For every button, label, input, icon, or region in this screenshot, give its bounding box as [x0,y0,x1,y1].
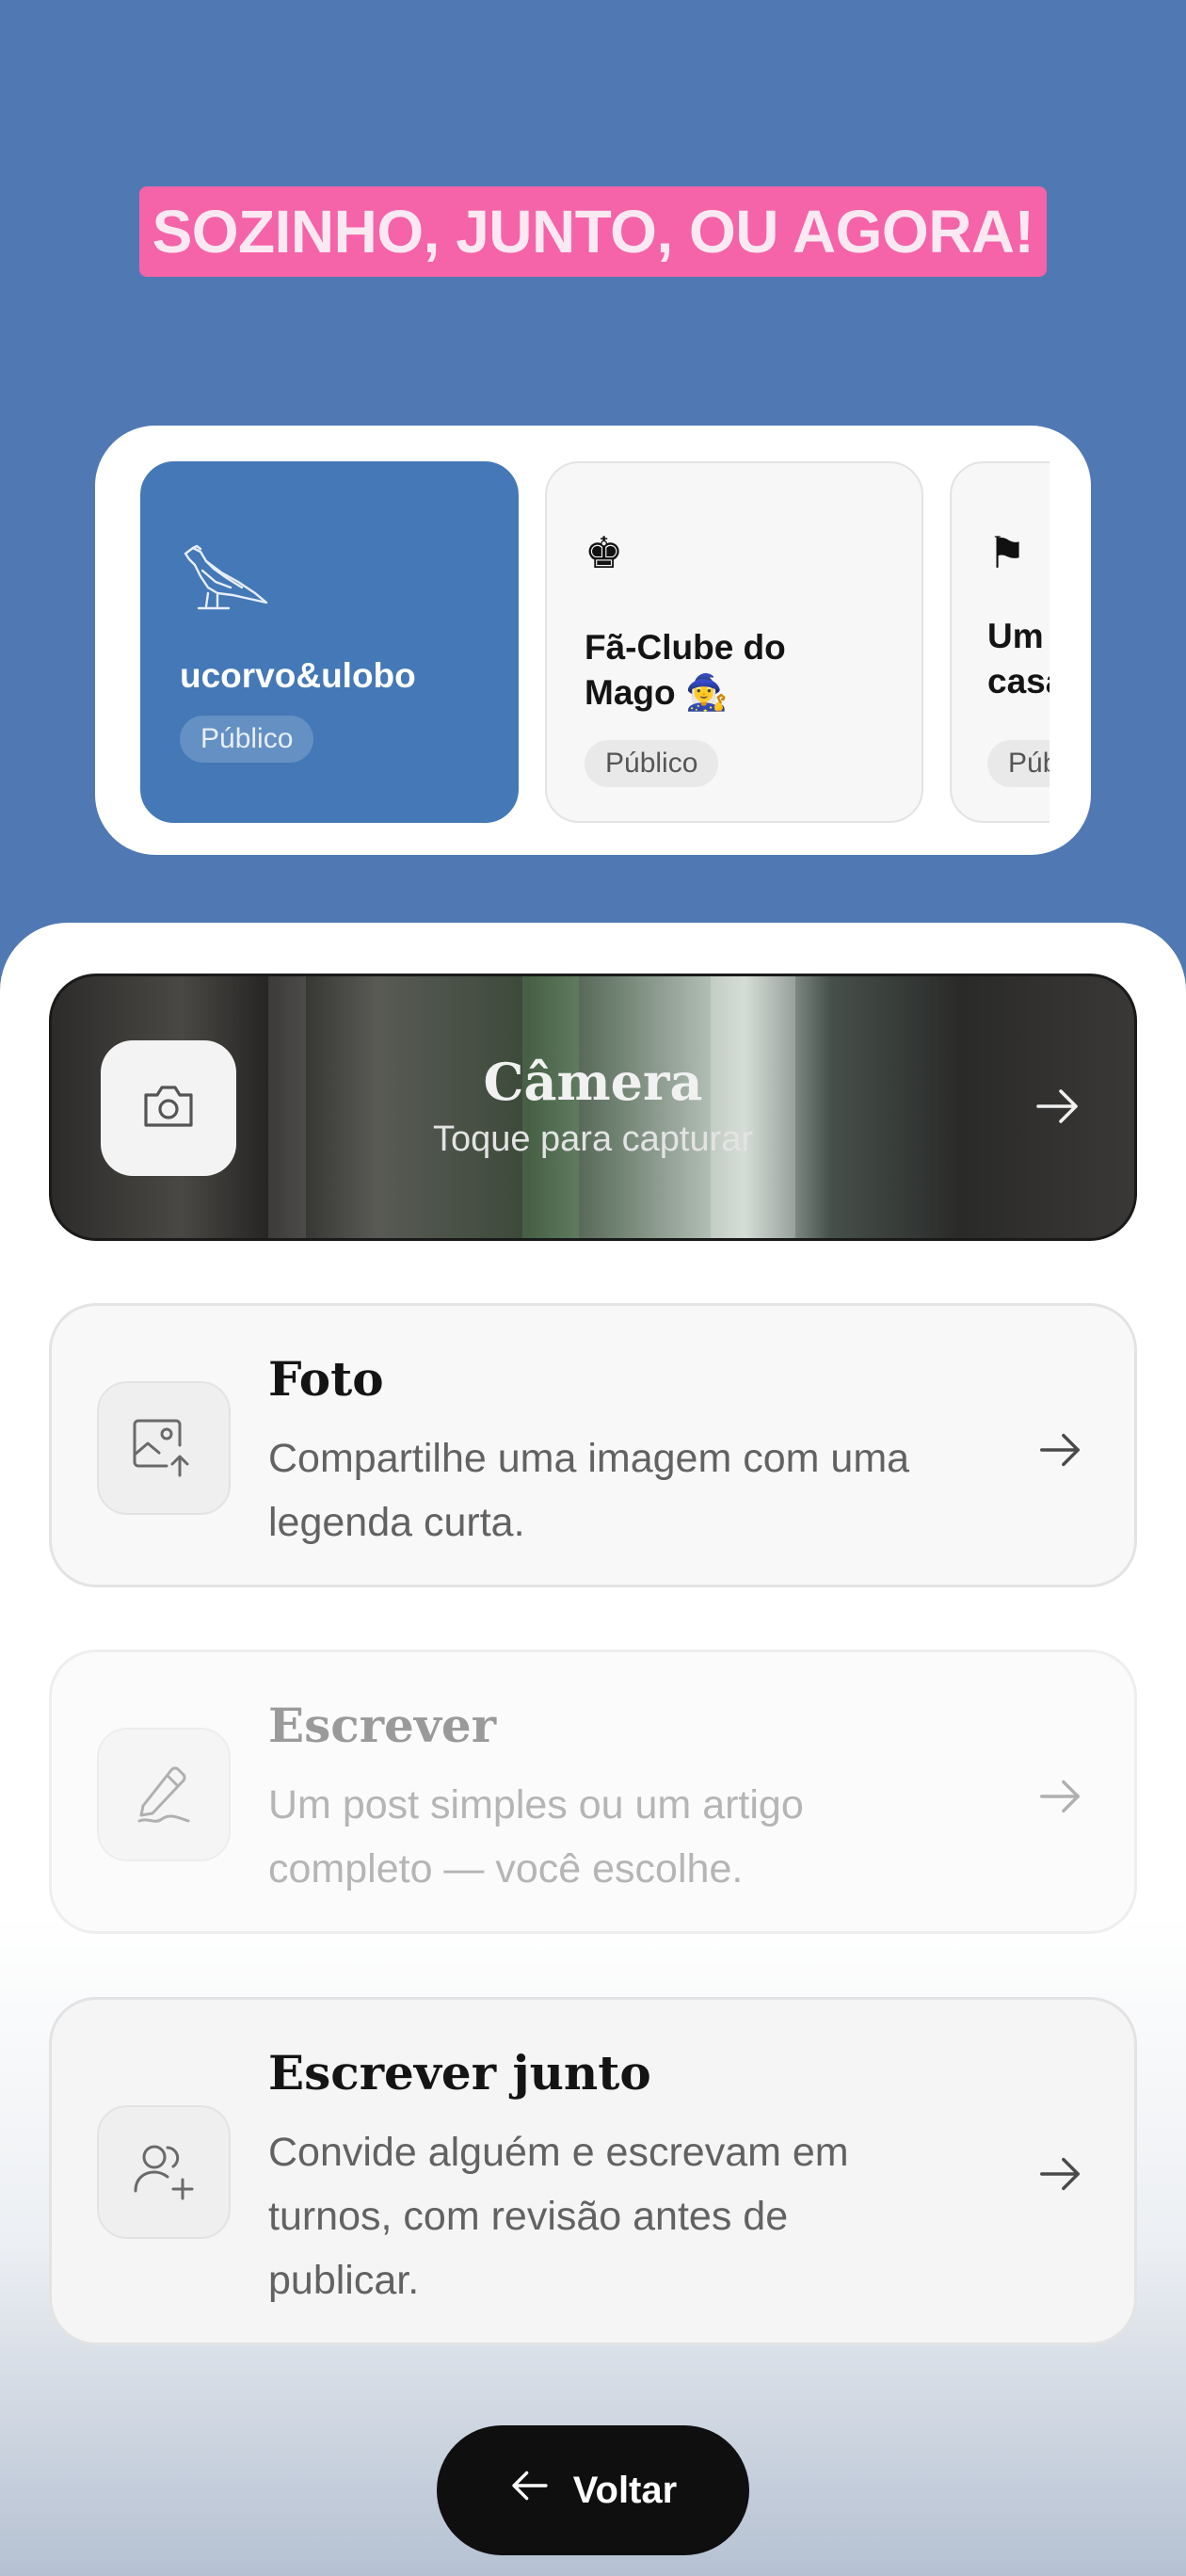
community-card-ucorvo-ulobo[interactable]: ucorvo&ulobo Público [140,461,519,823]
camera-subtitle: Toque para capturar [432,1119,754,1159]
icon-box [97,2105,231,2239]
community-name-line: casa [987,662,1050,700]
community-name: Um casa [987,614,1050,704]
option-title: Escrever [268,1698,497,1753]
community-card-fa-clube[interactable]: ♚ Fã-Clube do Mago 🧙‍♀️ Público [545,461,923,823]
option-description-line: Compartilhe uma imagem com uma [268,1436,910,1481]
community-name-line: Mago 🧙‍♀️ [585,673,729,712]
headline: SOZINHO, JUNTO, OU AGORA! [138,186,1048,277]
option-description-line: turnos, com revisão antes de [268,2194,789,2239]
arrow-left-icon [509,2465,551,2516]
flag-icon: ⚑ [987,528,1027,577]
community-carousel[interactable]: ucorvo&ulobo Público ♚ Fã-Clube do Mago … [140,461,1050,827]
camera-card[interactable]: Câmera Toque para capturar [49,974,1137,1241]
community-name-line: Um [987,617,1044,655]
option-title: Escrever junto [268,2045,651,2101]
users-add-icon [130,2136,198,2209]
screen: SOZINHO, JUNTO, OU AGORA! ucorvo&ulobo P… [0,0,1186,2576]
option-description-line: Convide alguém e escrevam em [268,2130,849,2175]
community-name-line: Fã-Clube do [585,628,786,667]
pencil-icon [130,1759,198,1831]
visibility-badge: Público [180,716,314,763]
arrow-right-icon [1036,1426,1083,1478]
option-description: Compartilhe uma imagem com uma legenda c… [268,1426,1050,1554]
camera-title: Câmera [483,1052,703,1112]
community-card-partial[interactable]: ⚑ Um casa Púb [950,461,1050,823]
option-title: Foto [268,1351,384,1407]
option-description-line: Um post simples ou um artigo [268,1782,804,1827]
option-description: Um post simples ou um artigo completo — … [268,1773,1050,1901]
community-name: Fã-Clube do Mago 🧙‍♀️ [585,625,905,716]
icon-box [97,1381,231,1515]
community-name: ucorvo&ulobo [180,656,416,695]
arrow-right-icon [1036,2150,1083,2202]
option-escrever[interactable]: Escrever Um post simples ou um artigo co… [49,1650,1137,1934]
back-button[interactable]: Voltar [437,2425,749,2555]
option-foto[interactable]: Foto Compartilhe uma imagem com uma lege… [49,1303,1137,1587]
arrow-right-icon [1033,1082,1082,1135]
option-description-line: publicar. [268,2258,420,2303]
community-selector: ucorvo&ulobo Público ♚ Fã-Clube do Mago … [95,426,1091,855]
arrow-right-icon [1036,1773,1083,1825]
visibility-badge: Público [585,740,719,787]
option-description-line: completo — você escolhe. [268,1846,744,1892]
headline-wrap: SOZINHO, JUNTO, OU AGORA! [0,186,1186,277]
eagle-icon [180,540,270,626]
option-escrever-junto[interactable]: Escrever junto Convide alguém e escrevam… [49,1997,1137,2345]
icon-box [97,1728,231,1861]
option-description: Convide alguém e escrevam em turnos, com… [268,2120,1050,2312]
visibility-badge: Púb [987,740,1050,787]
back-button-label: Voltar [572,2469,678,2511]
option-description-line: legenda curta. [268,1500,525,1545]
chess-king-icon: ♚ [585,528,624,577]
image-upload-icon [129,1413,199,1484]
